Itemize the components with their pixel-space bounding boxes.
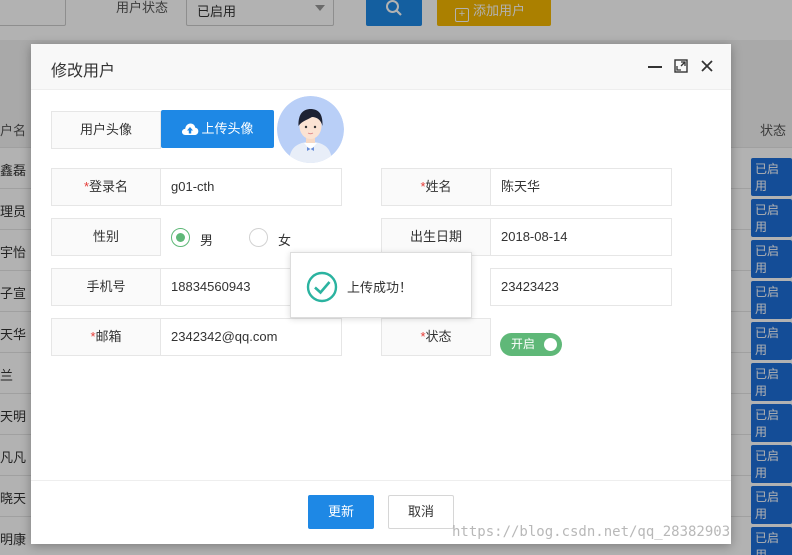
partially-hidden-input[interactable]: 23423423 (490, 268, 672, 306)
status-switch[interactable]: 开启 (500, 333, 562, 356)
gender-female-label[interactable]: 女 (278, 230, 291, 249)
real-name-input[interactable]: 陈天华 (490, 168, 672, 206)
login-name-label-text: 登录名 (89, 179, 129, 194)
gender-male-radio[interactable] (171, 228, 190, 247)
status-label-text: 状态 (425, 329, 452, 344)
gender-male-label[interactable]: 男 (200, 230, 213, 249)
birth-date-input[interactable]: 2018-08-14 (490, 218, 672, 256)
avatar (277, 96, 344, 163)
phone-label: 手机号 (51, 268, 161, 306)
email-input[interactable]: 2342342@qq.com (160, 318, 342, 356)
watermark: https://blog.csdn.net/qq_28382903 (452, 524, 731, 540)
real-name-label: *姓名 (381, 168, 491, 206)
upload-success-toast: 上传成功！ (290, 252, 472, 318)
minimize-icon[interactable] (648, 66, 662, 68)
upload-avatar-button[interactable]: 上传头像 (161, 110, 274, 148)
update-button[interactable]: 更新 (308, 495, 374, 529)
cloud-upload-icon (182, 123, 199, 135)
login-name-label: *登录名 (51, 168, 161, 206)
login-name-input[interactable]: g01-cth (160, 168, 342, 206)
email-label-text: 邮箱 (95, 329, 122, 344)
cancel-button[interactable]: 取消 (388, 495, 454, 529)
switch-knob (544, 338, 557, 351)
status-label: *状态 (381, 318, 491, 356)
birth-date-label: 出生日期 (381, 218, 491, 256)
real-name-label-text: 姓名 (425, 179, 452, 194)
dialog-header: 修改用户 (31, 44, 731, 90)
maximize-icon[interactable] (674, 59, 688, 73)
email-label: *邮箱 (51, 318, 161, 356)
gender-label: 性别 (51, 218, 161, 256)
toast-message: 上传成功！ (347, 280, 413, 295)
dialog-title: 修改用户 (51, 63, 116, 80)
avatar-label: 用户头像 (51, 111, 161, 149)
gender-female-radio[interactable] (249, 228, 268, 247)
upload-avatar-label: 上传头像 (201, 121, 254, 136)
status-switch-label: 开启 (511, 337, 536, 351)
check-circle-icon (306, 271, 338, 303)
close-icon[interactable] (700, 59, 714, 73)
